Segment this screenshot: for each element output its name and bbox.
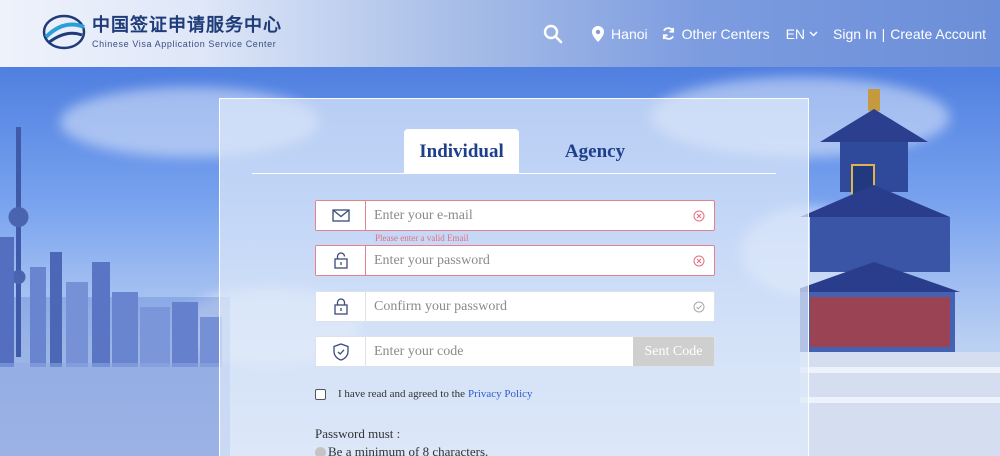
verification-code-field: Sent Code	[315, 336, 715, 367]
tabs-divider	[252, 173, 776, 174]
password-icon-box	[316, 246, 366, 275]
password-clear-button[interactable]	[684, 246, 714, 275]
city-skyline-illustration	[0, 127, 230, 456]
top-nav: Hanoi Other Centers EN Sign In | Create …	[529, 0, 986, 67]
password-rule-item: Be a minimum of 8 characters.	[315, 444, 488, 456]
confirm-password-field	[315, 291, 715, 322]
unlock-icon	[333, 252, 348, 269]
refresh-icon	[662, 27, 674, 40]
agree-text: I have read and agreed to the	[338, 388, 466, 400]
agree-checkbox[interactable]	[315, 388, 326, 400]
logo[interactable]: 中国签证申请服务中心 Chinese Visa Application Serv…	[42, 13, 282, 51]
email-input[interactable]	[366, 201, 684, 230]
confirm-icon-box	[316, 292, 366, 321]
logo-chinese-text: 中国签证申请服务中心	[92, 14, 282, 36]
search-icon	[543, 24, 563, 43]
privacy-policy-link[interactable]: Privacy Policy	[468, 388, 532, 400]
other-centers-link[interactable]: Other Centers	[662, 26, 770, 42]
other-centers-label: Other Centers	[681, 25, 770, 42]
map-pin-icon	[592, 25, 605, 42]
tab-agency[interactable]: Agency	[550, 129, 640, 174]
sign-in-link[interactable]: Sign In	[833, 26, 877, 42]
send-code-button[interactable]: Sent Code	[633, 337, 714, 366]
registration-card: Individual Agency Please enter a valid E…	[219, 98, 809, 456]
temple-illustration	[800, 89, 1000, 456]
password-requirements-title: Password must :	[315, 426, 401, 441]
rule-status-dot	[315, 446, 326, 456]
confirm-password-input[interactable]	[366, 292, 684, 321]
location-label: Hanoi	[611, 25, 648, 42]
error-circle-icon	[693, 210, 705, 221]
logo-icon	[42, 14, 86, 50]
password-rule-text: Be a minimum of 8 characters.	[328, 444, 489, 456]
nav-separator: |	[881, 25, 886, 42]
confirm-status	[684, 292, 714, 321]
email-error-message: Please enter a valid Email	[375, 233, 469, 243]
envelope-icon	[331, 209, 350, 222]
code-input[interactable]	[366, 337, 633, 366]
language-selector[interactable]: EN	[786, 26, 818, 42]
search-button[interactable]	[543, 24, 570, 44]
site-header: 中国签证申请服务中心 Chinese Visa Application Serv…	[0, 0, 1000, 67]
logo-english-text: Chinese Visa Application Service Center	[92, 38, 277, 49]
password-field	[315, 245, 715, 276]
language-label: EN	[785, 25, 806, 42]
email-field	[315, 200, 715, 231]
password-input[interactable]	[366, 246, 684, 275]
check-circle-icon	[693, 301, 705, 312]
email-icon-box	[316, 201, 366, 230]
error-circle-icon	[693, 255, 705, 266]
privacy-agreement: I have read and agreed to the Privacy Po…	[315, 388, 533, 400]
code-icon-box	[316, 337, 366, 366]
location-selector[interactable]: Hanoi	[592, 25, 648, 42]
account-links: Sign In | Create Account	[833, 26, 986, 42]
chevron-down-icon	[809, 31, 818, 36]
shield-check-icon	[332, 342, 349, 361]
create-account-link[interactable]: Create Account	[890, 26, 986, 42]
tab-individual[interactable]: Individual	[404, 129, 519, 174]
lock-icon	[333, 298, 348, 315]
email-clear-button[interactable]	[684, 201, 714, 230]
